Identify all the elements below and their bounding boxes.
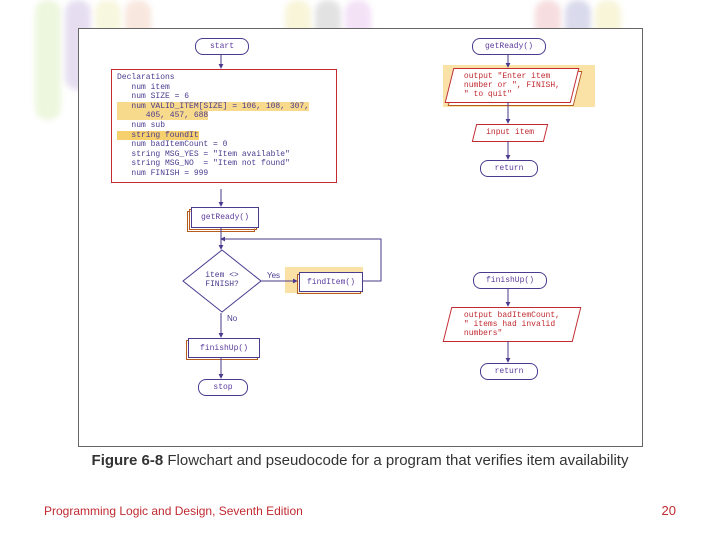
io-output-badcount: output badItemCount, " items had invalid… [443,307,582,342]
io-input-item-text: input item [483,127,537,138]
decision-finish: item <>FINISH? [189,271,255,289]
figure-number: Figure 6-8 [92,452,164,469]
io-input-item: input item [472,124,548,142]
figure-caption: Figure 6-8 Flowchart and pseudocode for … [0,452,720,469]
process-getready-call: getReady() [191,207,259,228]
terminal-finishup-head: finishUp() [473,272,547,289]
io-output-badcount-text: output badItemCount, " items had invalid… [461,310,563,340]
process-finditem-call: findItem() [299,272,363,292]
terminal-getready-return: return [480,160,538,177]
slide-root: start Declarations num item num SIZE = 6… [0,0,720,540]
figure-caption-text: Flowchart and pseudocode for a program t… [163,452,628,469]
terminal-finishup-return: return [480,363,538,380]
footer-book-title: Programming Logic and Design, Seventh Ed… [44,504,303,518]
terminal-start: start [195,38,249,55]
process-finishup-call: finishUp() [188,338,260,358]
flowchart-figure: start Declarations num item num SIZE = 6… [78,28,643,447]
footer-page-number: 20 [662,503,676,518]
io-output-prompt: output "Enter item number or ", FINISH, … [445,68,580,103]
edge-label-no: No [227,314,237,323]
edge-label-yes: Yes [267,271,280,280]
terminal-stop: stop [198,379,248,396]
declarations-box: Declarations num item num SIZE = 6 num V… [111,69,337,183]
io-output-prompt-text: output "Enter item number or ", FINISH, … [461,71,563,101]
terminal-getready-head: getReady() [472,38,546,55]
